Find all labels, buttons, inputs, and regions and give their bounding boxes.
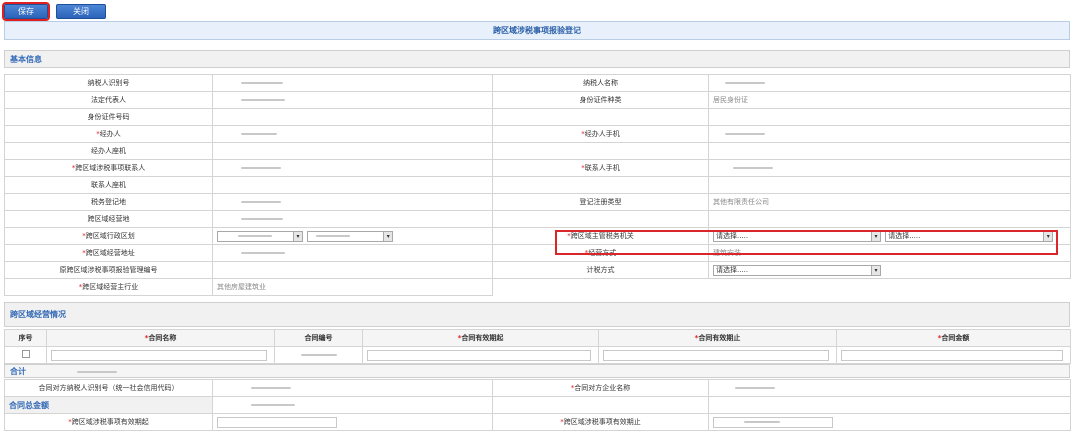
section-business: 跨区域经营情况: [4, 302, 1070, 327]
row-checkbox[interactable]: [21, 350, 30, 358]
value-main-industry: 其他房屋建筑业: [212, 278, 493, 296]
value-counterparty-id: [212, 379, 493, 397]
label-handler: *经办人: [4, 125, 213, 143]
label-id-number: 身份证件号码: [4, 108, 213, 126]
header-contract-no: 合同编号: [274, 329, 363, 347]
save-button[interactable]: 保存: [2, 2, 50, 21]
label-counterparty-id: 合同对方纳税人识别号（统一社会信用代码）: [4, 379, 213, 397]
value-handler-mobile: [708, 125, 1071, 143]
chevron-down-icon: ▾: [293, 231, 302, 241]
empty-cell: [492, 210, 709, 228]
validity-start-input[interactable]: [217, 416, 337, 428]
label-tax-method: 计税方式: [492, 261, 709, 279]
admin-region-select-2[interactable]: ▾: [307, 230, 394, 242]
value-taxpayer-id: [212, 74, 493, 92]
amount-cell: [836, 346, 1071, 364]
chevron-down-icon: ▾: [383, 231, 393, 241]
label-validity-end: *跨区域涉税事项有效期止: [492, 413, 709, 431]
value-validity-start: [212, 413, 493, 431]
header-end-date: *合同有效期止: [598, 329, 837, 347]
label-handler-mobile: *经办人手机: [492, 125, 709, 143]
header-seq: 序号: [4, 329, 47, 347]
label-id-type: 身份证件种类: [492, 91, 709, 109]
total-label: 合计: [10, 367, 26, 376]
header-start-date: *合同有效期起: [362, 329, 599, 347]
value-reg-type: 其他有限责任公司: [708, 193, 1071, 211]
tax-authority-highlight: [555, 230, 1058, 255]
contract-name-cell: [46, 346, 275, 364]
contract-name-input[interactable]: [51, 349, 267, 361]
empty-cell: [492, 176, 709, 194]
label-validity-start: *跨区域涉税事项有效期起: [4, 413, 213, 431]
tax-method-select[interactable]: 请选择..... ▾: [713, 264, 881, 276]
empty-cell: [708, 176, 1071, 194]
value-handler-phone: [212, 142, 493, 160]
empty-cell: [492, 108, 709, 126]
label-admin-region: *跨区域行政区划: [4, 227, 213, 245]
label-reg-type: 登记注册类型: [492, 193, 709, 211]
counterparty-table: 合同对方纳税人识别号（统一社会信用代码） *合同对方企业名称 合同总金额 *跨区…: [4, 379, 1071, 431]
total-value: [76, 370, 117, 373]
start-date-cell: [362, 346, 599, 364]
empty-cell: [492, 142, 709, 160]
label-contact-mobile: *联系人手机: [492, 159, 709, 177]
value-counterparty-name: [708, 379, 1071, 397]
contract-total-value: [212, 396, 493, 414]
close-button[interactable]: 关闭: [56, 4, 106, 19]
label-legal-rep: 法定代表人: [4, 91, 213, 109]
value-contact: [212, 159, 493, 177]
value-admin-region: ▾ ▾: [212, 227, 493, 245]
value-tax-reg-place: [212, 193, 493, 211]
end-date-input[interactable]: [603, 349, 829, 361]
basic-info-table: 纳税人识别号 纳税人名称 法定代表人 身份证件种类 居民身份证 身份证件号码 *…: [4, 74, 1071, 296]
empty-cell: [492, 396, 709, 414]
value-taxpayer-name: [708, 74, 1071, 92]
value-id-type: 居民身份证: [708, 91, 1071, 109]
label-counterparty-name: *合同对方企业名称: [492, 379, 709, 397]
value-handler: [212, 125, 493, 143]
value-orig-mgmt-no: [212, 261, 493, 279]
header-amount: *合同金额: [836, 329, 1071, 347]
total-row: 合计: [4, 364, 1070, 378]
header-contract-name: *合同名称: [46, 329, 275, 347]
empty-cell: [709, 279, 1071, 296]
label-orig-mgmt-no: 原跨区域涉税事项报验管理编号: [4, 261, 213, 279]
value-biz-address: [212, 244, 493, 262]
label-handler-phone: 经办人座机: [4, 142, 213, 160]
label-biz-place: 跨区域经营地: [4, 210, 213, 228]
value-contact-phone: [212, 176, 493, 194]
value-tax-method: 请选择..... ▾: [708, 261, 1071, 279]
empty-cell: [708, 396, 1071, 414]
end-date-cell: [598, 346, 837, 364]
label-tax-reg-place: 税务登记地: [4, 193, 213, 211]
empty-cell: [708, 210, 1071, 228]
label-biz-address: *跨区域经营地址: [4, 244, 213, 262]
contract-table: 序号 *合同名称 合同编号 *合同有效期起 *合同有效期止 *合同金额: [4, 329, 1071, 364]
value-validity-end: [708, 413, 1071, 431]
table-row: [4, 346, 1071, 364]
label-taxpayer-name: 纳税人名称: [492, 74, 709, 92]
empty-cell: [493, 279, 709, 296]
start-date-input[interactable]: [367, 349, 591, 361]
label-contact-phone: 联系人座机: [4, 176, 213, 194]
contract-no-cell: [274, 346, 363, 364]
label-taxpayer-id: 纳税人识别号: [4, 74, 213, 92]
admin-region-select-1[interactable]: ▾: [217, 230, 303, 242]
contract-total-label: 合同总金额: [4, 396, 213, 414]
section-basic-info: 基本信息: [4, 50, 1070, 68]
validity-end-input[interactable]: [713, 416, 833, 428]
label-main-industry: *跨区域经营主行业: [4, 278, 213, 296]
amount-input[interactable]: [841, 349, 1063, 361]
chevron-down-icon: ▾: [871, 265, 880, 275]
label-contact: *跨区域涉税事项联系人: [4, 159, 213, 177]
page-title: 跨区域涉税事项报验登记: [4, 21, 1070, 40]
value-contact-mobile: [708, 159, 1071, 177]
value-id-number: [212, 108, 493, 126]
empty-cell: [708, 108, 1071, 126]
row-checkbox-cell: [4, 346, 47, 364]
empty-cell: [708, 142, 1071, 160]
value-legal-rep: [212, 91, 493, 109]
value-biz-place: [212, 210, 493, 228]
